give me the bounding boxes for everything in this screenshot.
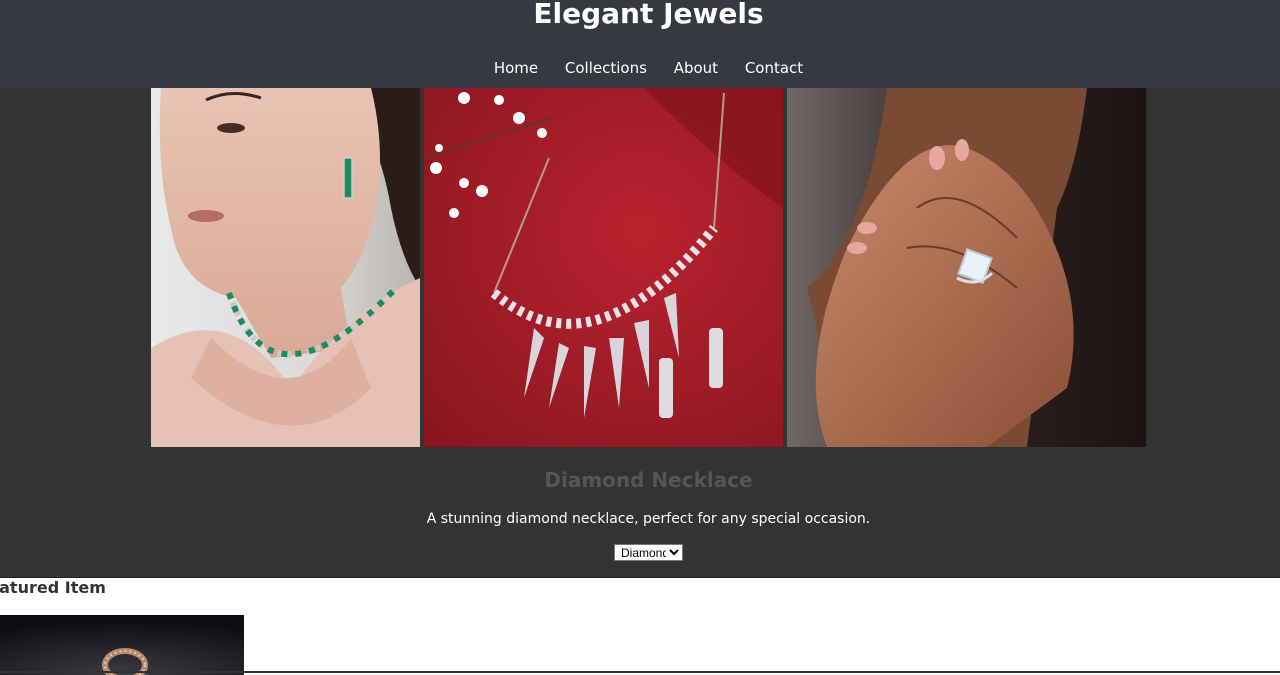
featured-heading: Featured Item <box>0 578 106 597</box>
gallery-section: Diamond Necklace A stunning diamond neck… <box>0 88 1280 577</box>
site-header: Elegant Jewels Home Collections About Co… <box>0 0 1280 88</box>
main-nav: Home Collections About Contact <box>0 57 1280 79</box>
nav-home-link[interactable]: Home <box>494 59 538 77</box>
item-title: Diamond Necklace <box>544 468 753 492</box>
nav-collections-link[interactable]: Collections <box>565 59 647 77</box>
featured-section: Featured Item <box>0 577 1280 675</box>
diamond-necklace-on-red-photo <box>424 88 783 447</box>
item-description: A stunning diamond necklace, perfect for… <box>426 511 871 527</box>
featured-ring-photo <box>0 615 244 675</box>
model-emerald-necklace-photo <box>151 88 420 447</box>
jewelry-type-select[interactable]: Diamond <box>614 544 683 561</box>
site-title: Elegant Jewels <box>533 0 764 30</box>
nav-about-link[interactable]: About <box>674 59 718 77</box>
diamond-ring-on-hand-photo <box>787 88 1146 447</box>
nav-contact-link[interactable]: Contact <box>745 59 803 77</box>
